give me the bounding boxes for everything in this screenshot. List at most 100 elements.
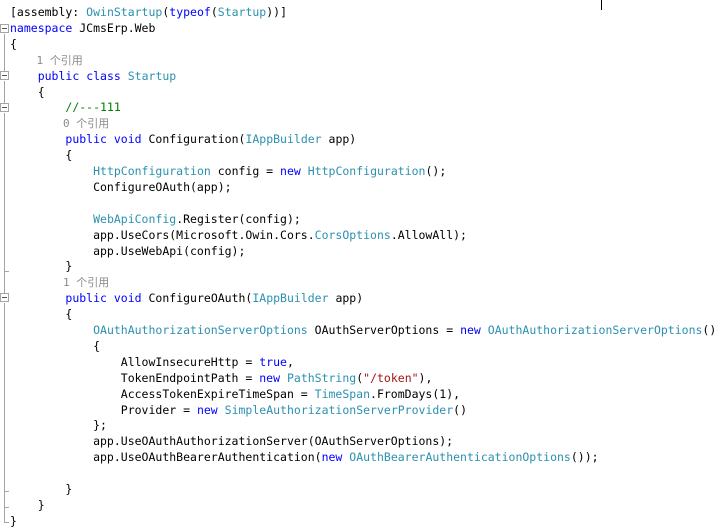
code-line: { — [10, 84, 45, 100]
code-token: app.UseCors(Microsoft.Owin.Cors. — [10, 227, 315, 242]
comment-token: //---111 — [65, 100, 121, 115]
code-line: app.UseCors(Microsoft.Owin.Cors.CorsOpti… — [10, 227, 467, 243]
type-token: SimpleAuthorizationServerProvider — [224, 402, 454, 417]
code-line: } — [10, 481, 72, 497]
codelens-text: 0 个引用 — [10, 117, 110, 131]
outline-guide — [4, 113, 5, 293]
type-token: HttpConfiguration — [307, 164, 426, 178]
outline-guide — [4, 81, 5, 103]
keyword-token: new — [259, 370, 281, 385]
keyword-token: public — [37, 68, 80, 83]
code-line: TokenEndpointPath = new PathString("/tok… — [10, 370, 433, 386]
type-token: IAppBuilder — [245, 132, 322, 147]
code-line: Provider = new SimpleAuthorizationServer… — [10, 402, 467, 418]
type-token: CorsOptions — [314, 227, 391, 242]
code-token: ( — [210, 5, 218, 19]
code-token: ()); — [570, 450, 599, 465]
collapse-method-configureoauth-icon[interactable] — [0, 293, 9, 302]
type-token: Startup — [217, 5, 267, 19]
code-token: { — [10, 338, 101, 353]
code-token: ConfigureOAuth( — [141, 291, 253, 306]
type-token: OAuthAuthorizationServerOptions — [93, 323, 308, 337]
code-token: } — [10, 497, 45, 512]
keyword-token: typeof — [169, 5, 211, 19]
code-line: WebApiConfig.Register(config); — [10, 211, 301, 227]
code-line: { — [10, 338, 100, 354]
collapse-class-icon[interactable] — [0, 71, 9, 80]
code-line: AllowInsecureHttp = true, — [10, 354, 294, 370]
code-line: OAuthAuthorizationServerOptions OAuthSer… — [10, 322, 716, 338]
codelens-text: 1 个引用 — [10, 53, 83, 67]
code-token: { — [10, 307, 73, 322]
keyword-token: void — [113, 291, 142, 306]
type-token: TimeSpan — [314, 386, 371, 401]
code-line: { — [10, 306, 72, 322]
keyword-token: class — [86, 68, 121, 83]
type-token: OAuthAuthorizationServerOptions — [487, 323, 703, 337]
code-token: TokenEndpointPath = — [10, 370, 260, 385]
keyword-token: public — [65, 291, 107, 306]
keyword-token: void — [113, 132, 142, 147]
string-token: "/token" — [363, 370, 419, 385]
type-token: OAuthBearerAuthenticationOptions — [349, 450, 571, 465]
code-token: { — [10, 84, 45, 99]
code-line: public void Configuration(IAppBuilder ap… — [10, 131, 356, 147]
code-line: app.UseOAuthAuthorizationServer(OAuthSer… — [10, 433, 453, 449]
code-token: app) — [328, 291, 364, 306]
code-line: app.UseOAuthBearerAuthentication(new OAu… — [10, 449, 599, 465]
code-editor[interactable]: [assembly: OwinStartup(typeof(Startup))]… — [0, 0, 722, 528]
code-line: [assembly: OwinStartup(typeof(Startup))] — [10, 4, 287, 20]
code-token: OAuthServerOptions = — [307, 323, 461, 337]
code-token: } — [10, 482, 73, 496]
codelens-reference-count[interactable]: 1 个引用 — [10, 274, 109, 290]
code-token: .AllowAll); — [390, 227, 467, 242]
codelens-text: 1 个引用 — [10, 276, 110, 290]
code-line: public class Startup — [10, 68, 177, 84]
outline-guide — [4, 303, 5, 523]
code-token: .Register(config); — [176, 211, 301, 226]
outline-end-tick — [4, 507, 9, 508]
code-line: namespace JCmsErp.Web — [10, 20, 155, 36]
type-token: PathString — [286, 370, 357, 385]
collapse-namespace-icon[interactable] — [0, 24, 9, 33]
code-line: }; — [10, 417, 107, 433]
keyword-token: new — [321, 450, 343, 465]
outline-end-tick — [4, 491, 9, 492]
code-token: , — [286, 354, 294, 369]
codelens-reference-count[interactable]: 0 个引用 — [10, 115, 109, 131]
code-token: [assembly: — [10, 5, 87, 19]
code-token: app.UseWebApi(config); — [10, 243, 246, 258]
code-token: { — [10, 36, 17, 51]
code-token: Provider = — [10, 402, 197, 417]
code-token: ), — [418, 370, 433, 385]
collapse-method-configuration-icon[interactable] — [0, 103, 9, 112]
code-token: (); — [425, 164, 447, 178]
code-line: AccessTokenExpireTimeSpan = TimeSpan.Fro… — [10, 386, 460, 402]
text-cursor — [601, 0, 602, 10]
code-line: HttpConfiguration config = new HttpConfi… — [10, 163, 446, 179]
codelens-reference-count[interactable]: 1 个引用 — [10, 52, 83, 68]
code-token: ))] — [266, 5, 288, 19]
outline-guide — [4, 34, 5, 71]
code-token: JCmsErp.Web — [72, 20, 156, 35]
type-token: OwinStartup — [86, 5, 163, 19]
code-line: } — [10, 513, 17, 529]
code-token: } — [10, 259, 73, 274]
code-token: AllowInsecureHttp = — [10, 354, 260, 369]
code-token: ConfigureOAuth(app); — [10, 179, 232, 194]
code-token: .FromDays(1), — [370, 386, 461, 401]
code-token: () — [453, 402, 467, 417]
